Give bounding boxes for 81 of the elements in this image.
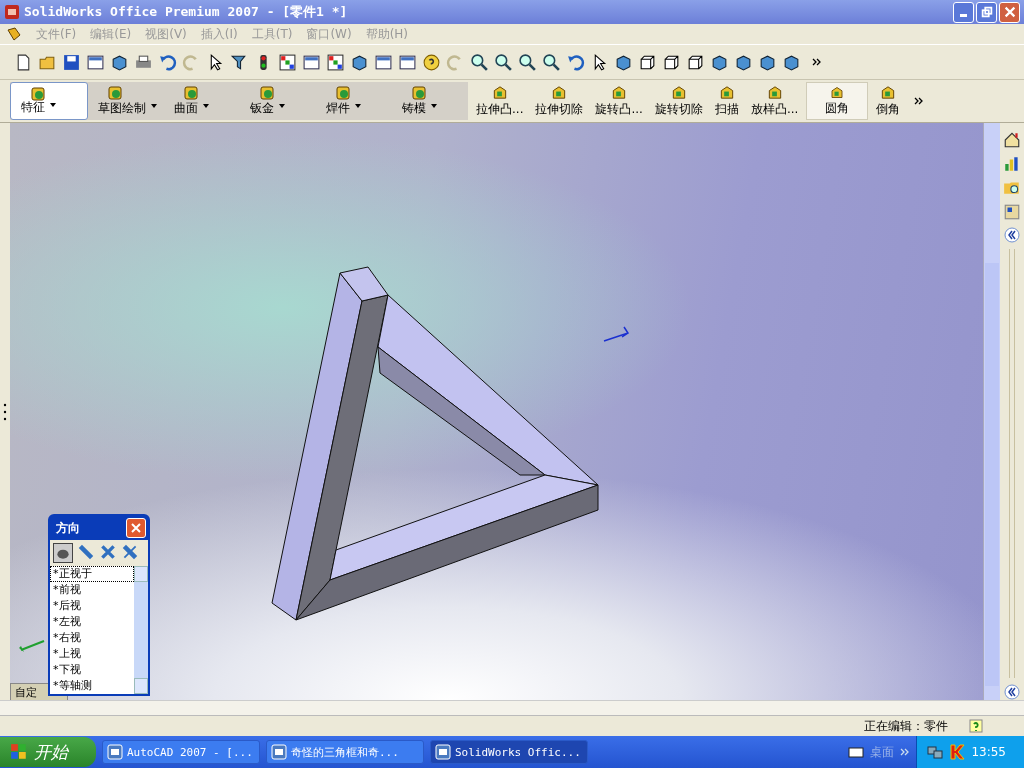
app-icon <box>435 744 451 760</box>
tool-button[interactable]: 圆角 <box>806 82 869 120</box>
view-list-item[interactable]: *左视 <box>50 614 134 630</box>
command-tab[interactable]: 曲面 <box>164 82 240 120</box>
view-list-item[interactable]: *后视 <box>50 598 134 614</box>
command-tab[interactable]: 焊件 <box>316 82 392 120</box>
folder-search-icon[interactable] <box>1003 179 1021 197</box>
tool-button[interactable]: 旋转凸... <box>591 82 647 120</box>
feature-icon <box>334 84 352 102</box>
close-button[interactable] <box>126 518 146 538</box>
tool-button[interactable]: 拉伸切除 <box>531 82 588 120</box>
view-list-item[interactable]: *右视 <box>50 630 134 646</box>
color-grid-icon[interactable] <box>278 52 297 72</box>
minimize-button[interactable] <box>953 1 974 23</box>
feature-icon <box>182 84 200 102</box>
dialog-title: 方向 <box>56 519 80 537</box>
double-chevron-icon[interactable] <box>914 96 925 106</box>
bar-chart-icon[interactable] <box>1003 155 1021 173</box>
view-list-item[interactable]: *上视 <box>50 646 134 662</box>
windows-logo-icon <box>10 743 28 761</box>
help-icon[interactable] <box>422 52 441 72</box>
feature-icon <box>258 84 276 102</box>
caret-icon[interactable] <box>354 103 362 109</box>
taskbar-button[interactable]: SolidWorks Offic... <box>430 740 588 764</box>
zoom-icon[interactable] <box>470 52 489 72</box>
feature-icon <box>29 85 47 103</box>
scrollbar[interactable] <box>134 566 148 694</box>
caret-icon[interactable] <box>278 103 286 109</box>
feature-icon <box>410 84 428 102</box>
undo-icon[interactable] <box>158 52 177 72</box>
feature-icon <box>106 84 124 102</box>
cube-icon[interactable] <box>614 52 633 72</box>
command-tab[interactable]: 特征 <box>10 82 88 120</box>
caret-icon[interactable] <box>49 102 57 108</box>
close-icon <box>1002 5 1017 19</box>
restore-icon <box>979 5 994 19</box>
tool-button[interactable]: 扫描 <box>710 82 743 120</box>
tool-button[interactable]: 旋转切除 <box>650 82 707 120</box>
caret-icon[interactable] <box>202 103 210 109</box>
close-icon <box>130 522 142 534</box>
origin-marker-icon <box>602 325 632 345</box>
view-list-item[interactable]: *下视 <box>50 662 134 678</box>
graphics-viewport[interactable]: 自定 方向 *正视于 *前视 *后视 *左视 *右视 *上视 *下视 *等轴测 <box>10 123 983 700</box>
app-icon <box>107 744 123 760</box>
taskbar-button[interactable]: 奇怪的三角框和奇... <box>266 740 424 764</box>
command-tab[interactable]: 钣金 <box>240 82 316 120</box>
close-button[interactable] <box>999 1 1020 23</box>
view-list-item[interactable]: *前视 <box>50 582 134 598</box>
command-tab[interactable]: 草图绘制 <box>88 82 164 120</box>
tool-button[interactable]: 放样凸... <box>746 82 803 120</box>
cube-icon[interactable] <box>758 52 777 72</box>
collapse-icon[interactable] <box>1004 684 1020 700</box>
palette-icon[interactable] <box>1003 203 1021 221</box>
home-icon[interactable] <box>1003 131 1021 149</box>
start-button[interactable]: 开始 <box>0 737 96 767</box>
view-list-item[interactable]: *正视于 <box>50 566 134 582</box>
zoom-icon[interactable] <box>542 52 561 72</box>
command-tab[interactable]: 铸模 <box>392 82 468 120</box>
collapse-icon[interactable] <box>1004 227 1020 243</box>
caret-icon[interactable] <box>430 103 438 109</box>
minimize-icon <box>960 13 967 17</box>
scrollbar[interactable] <box>0 700 1024 715</box>
save-icon[interactable] <box>62 52 81 72</box>
clock: 13:55 <box>971 745 1006 759</box>
taskbar-button[interactable]: AutoCAD 2007 - [... <box>102 740 260 764</box>
tool-button[interactable]: 倒角 <box>872 82 905 120</box>
help-icon[interactable] <box>968 718 984 734</box>
window-title: SolidWorks Office Premium 2007 - [零件1 *] <box>24 3 348 21</box>
double-chevron-icon[interactable] <box>812 57 822 67</box>
rotate-icon[interactable] <box>566 52 585 72</box>
caret-icon[interactable] <box>150 103 158 109</box>
keyboard-icon[interactable] <box>848 744 865 760</box>
zoom-icon[interactable] <box>494 52 513 72</box>
restore-button[interactable] <box>976 1 997 23</box>
status-text: 正在编辑：零件 <box>864 717 948 735</box>
scrollbar[interactable] <box>983 123 1000 700</box>
tool-button[interactable]: 拉伸凸... <box>472 82 528 120</box>
network-icon[interactable] <box>927 744 944 760</box>
k-logo-icon[interactable] <box>949 744 966 760</box>
zoom-icon[interactable] <box>518 52 537 72</box>
app-icon <box>271 744 287 760</box>
